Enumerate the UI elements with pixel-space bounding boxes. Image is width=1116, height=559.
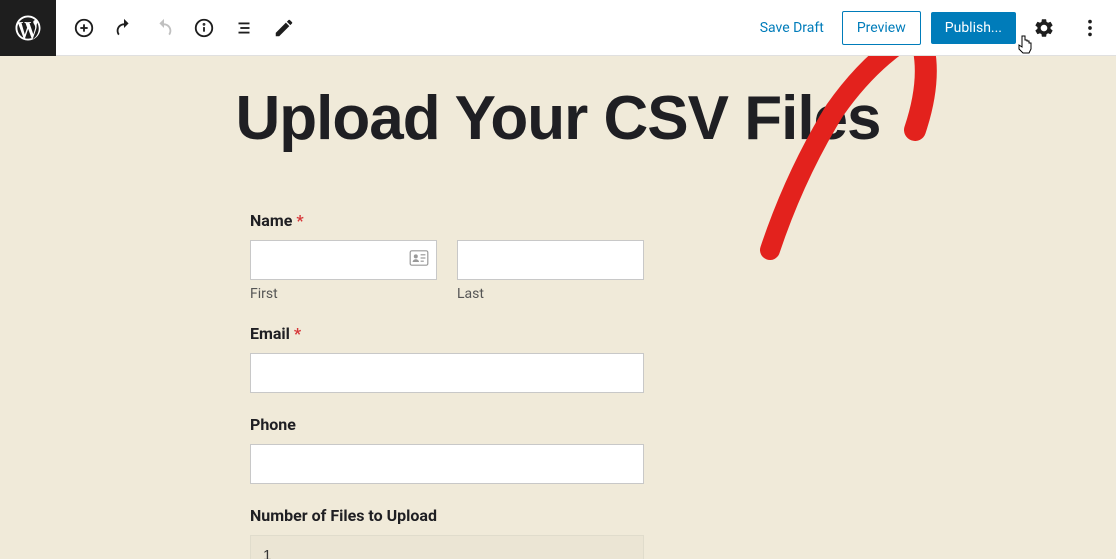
redo-icon (153, 17, 175, 39)
required-mark: * (296, 211, 303, 230)
info-button[interactable] (186, 10, 222, 46)
plus-circle-icon (73, 17, 95, 39)
name-field: Name * First Last (250, 211, 644, 302)
email-label-text: Email (250, 324, 290, 343)
toolbar-actions-right: Save Draft Preview Publish... (752, 10, 1116, 46)
info-icon (193, 17, 215, 39)
num-files-input[interactable] (250, 535, 644, 559)
last-sublabel: Last (457, 286, 644, 302)
publish-button[interactable]: Publish... (931, 12, 1016, 44)
dots-vertical-icon (1079, 17, 1101, 39)
phone-input[interactable] (250, 444, 644, 484)
number-of-files-field: Number of Files to Upload (250, 506, 644, 559)
page-title[interactable]: Upload Your CSV Files (0, 86, 1116, 151)
save-draft-button[interactable]: Save Draft (752, 14, 832, 42)
more-options-button[interactable] (1072, 10, 1108, 46)
name-label-text: Name (250, 211, 292, 230)
phone-field: Phone (250, 415, 644, 484)
phone-label: Phone (250, 415, 644, 434)
editor-toolbar: Save Draft Preview Publish... (0, 0, 1116, 56)
id-card-icon (409, 250, 429, 270)
redo-button[interactable] (146, 10, 182, 46)
undo-icon (113, 17, 135, 39)
name-label: Name * (250, 211, 644, 230)
wordpress-logo[interactable] (0, 0, 56, 56)
email-field: Email * (250, 324, 644, 393)
edit-button[interactable] (266, 10, 302, 46)
editor-canvas: Upload Your CSV Files Name * First (0, 56, 1116, 559)
first-sublabel: First (250, 286, 437, 302)
form-block: Name * First Last (250, 211, 644, 559)
preview-button[interactable]: Preview (842, 11, 921, 45)
add-block-button[interactable] (66, 10, 102, 46)
required-mark: * (294, 324, 301, 343)
num-files-label: Number of Files to Upload (250, 506, 644, 525)
list-icon (233, 17, 255, 39)
outline-button[interactable] (226, 10, 262, 46)
wordpress-icon (13, 13, 43, 43)
tool-group-left (66, 10, 302, 46)
email-input[interactable] (250, 353, 644, 393)
pencil-icon (273, 17, 295, 39)
email-label: Email * (250, 324, 644, 343)
gear-icon (1033, 17, 1055, 39)
last-name-input[interactable] (457, 240, 644, 280)
undo-button[interactable] (106, 10, 142, 46)
settings-button[interactable] (1026, 10, 1062, 46)
